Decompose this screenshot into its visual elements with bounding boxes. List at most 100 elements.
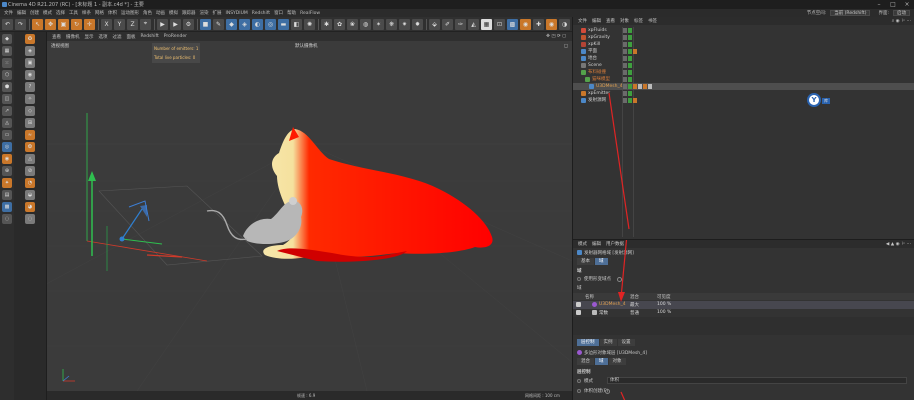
menu-item-spline[interactable]: 样条 (82, 10, 91, 16)
plugin-icon-1[interactable]: ◉ (520, 18, 531, 30)
node-space-dropdown[interactable]: 当前 (Redshift) (830, 10, 871, 16)
layer-blend[interactable]: 普通 (630, 310, 639, 316)
menu-item-tools[interactable]: 工具 (69, 10, 78, 16)
select-icon[interactable]: ↖ (32, 18, 43, 30)
tab-basic[interactable]: 基本 (577, 258, 594, 265)
menu-item-insydium[interactable]: INSYDIUM (226, 11, 248, 16)
recent-tool-icon[interactable]: ✛ (84, 18, 95, 30)
xp-render-icon[interactable]: ◕ (25, 202, 35, 212)
xp-emitter-icon[interactable]: ◈ (25, 46, 35, 56)
light-icon[interactable]: ✺ (304, 18, 315, 30)
field-layer-row[interactable]: U3DMesh_4 最大 100 % (573, 301, 914, 309)
layer-blend[interactable]: 最大 (630, 302, 639, 308)
layout-icon[interactable]: ▤ (2, 190, 12, 200)
layer-enable-checkbox[interactable] (576, 302, 581, 307)
plugin-icon-2[interactable]: ✚ (533, 18, 544, 30)
viewport-menu-cameras[interactable]: 摄像机 (66, 34, 80, 40)
redo-icon[interactable]: ↷ (15, 18, 26, 30)
lock-workplane-icon[interactable]: ⊕ (2, 166, 12, 176)
object-row[interactable]: 发射源网 (573, 97, 914, 104)
field-icon[interactable]: ◎ (265, 18, 276, 30)
layout-dropdown[interactable]: 启动 (893, 10, 910, 16)
xp-collider-icon[interactable]: ◇ (25, 106, 35, 116)
xp-icon-8[interactable]: ✸ (412, 18, 423, 30)
object-row[interactable]: xpKill (573, 41, 914, 48)
sculpt-mode-icon[interactable]: ✦ (2, 178, 12, 188)
xp-constraint-icon[interactable]: ⊘ (25, 166, 35, 176)
z-axis-lock-button[interactable]: Z (127, 18, 138, 30)
xp-trail-icon[interactable]: ◔ (25, 178, 35, 188)
tab-field[interactable]: 域 (595, 258, 608, 265)
viewport-menu-prorender[interactable]: ProRender (164, 34, 187, 39)
object-row[interactable]: 地台 (573, 55, 914, 62)
menu-item-animate[interactable]: 动画 (156, 10, 165, 16)
uv-mode-icon[interactable]: ◫ (2, 94, 12, 104)
qr-icon[interactable]: ▩ (507, 18, 518, 30)
xp-cache-icon[interactable]: ⊞ (25, 118, 35, 128)
menu-item-create[interactable]: 创建 (30, 10, 39, 16)
workplane-icon[interactable]: ▭ (2, 130, 12, 140)
plugin-icon-3[interactable]: ◉ (546, 18, 557, 30)
snap-icon[interactable]: ◬ (2, 118, 12, 128)
xp-fluid-icon[interactable]: ≈ (25, 130, 35, 140)
mode-radio[interactable] (577, 379, 581, 383)
tab-sub-field[interactable]: 域 (595, 358, 608, 365)
perspective-viewport[interactable]: 透视视图 默认摄像机 Number of emitters: 1 Total l… (47, 41, 572, 391)
menu-item-file[interactable]: 文件 (4, 10, 13, 16)
menu-item-character[interactable]: 角色 (143, 10, 152, 16)
deformer-icon[interactable]: ◐ (252, 18, 263, 30)
mode-dropdown[interactable]: 体积 (607, 377, 907, 384)
object-row[interactable]: 猫咪模型 (573, 76, 914, 83)
menu-item-tracker[interactable]: 跟踪器 (182, 10, 196, 16)
om-menu-view[interactable]: 查看 (606, 18, 615, 24)
texture-mode-icon[interactable]: ▦ (2, 46, 12, 56)
menu-item-window[interactable]: 窗口 (274, 10, 283, 16)
lock-icon[interactable]: ⊡ (494, 18, 505, 30)
xp-icon-3[interactable]: ❀ (347, 18, 358, 30)
brush-icon[interactable]: ✐ (442, 18, 453, 30)
close-button[interactable]: × (900, 0, 914, 9)
object-row[interactable]: xpFluids (573, 27, 914, 34)
volume-create-radio[interactable] (577, 389, 581, 393)
viewport-menu-display[interactable]: 显示 (85, 34, 94, 40)
viewport-nav-controls[interactable]: ◻ (564, 43, 568, 49)
array-icon[interactable]: ◈ (239, 18, 250, 30)
minimize-button[interactable]: – (872, 0, 886, 9)
viewport-menu-panel[interactable]: 面板 (127, 34, 136, 40)
xp-modifier-icon[interactable]: ◉ (25, 70, 35, 80)
om-menu-edit[interactable]: 编辑 (592, 18, 601, 24)
sculpt-icon[interactable]: ◭ (468, 18, 479, 30)
menu-item-extensions[interactable]: 扩展 (213, 10, 222, 16)
object-row[interactable]: 布料碰撞 (573, 69, 914, 76)
field-layer-row[interactable]: 常数 普通 100 % (573, 309, 914, 317)
menu-item-select[interactable]: 选择 (56, 10, 65, 16)
paint-icon[interactable]: ✑ (455, 18, 466, 30)
xp-icon-5[interactable]: ✶ (373, 18, 384, 30)
om-menu-objects[interactable]: 对象 (620, 18, 629, 24)
object-row[interactable]: 平面 (573, 48, 914, 55)
viewport-menu-view[interactable]: 查看 (52, 34, 61, 40)
grid-icon[interactable]: ▦ (481, 18, 492, 30)
polygons-mode-icon[interactable]: ⬢ (2, 82, 12, 92)
camera-icon[interactable]: ◧ (291, 18, 302, 30)
render-settings-icon[interactable]: ⚙ (183, 18, 194, 30)
menu-item-edit[interactable]: 编辑 (17, 10, 26, 16)
viewport-menu-filter[interactable]: 过滤 (113, 34, 122, 40)
menu-item-help[interactable]: 帮助 (287, 10, 296, 16)
plugin-icon-4[interactable]: ◑ (559, 18, 570, 30)
viewport-menu-redshift[interactable]: Redshift (141, 34, 159, 39)
tab-layer-control[interactable]: 层控制 (577, 339, 599, 346)
om-menu-tags[interactable]: 标签 (634, 18, 643, 24)
xp-skin-icon[interactable]: ◒ (25, 190, 35, 200)
tab-instance[interactable]: 实例 (599, 339, 617, 346)
menu-item-mograph[interactable]: 运动图形 (121, 10, 139, 16)
xp-misc-icon[interactable]: ◌ (25, 214, 35, 224)
render-picture-viewer-icon[interactable]: ▶ (170, 18, 181, 30)
xp-icon-2[interactable]: ✿ (334, 18, 345, 30)
menu-item-realflow[interactable]: RealFlow (300, 11, 320, 16)
xp-icon-6[interactable]: ❋ (386, 18, 397, 30)
coordinate-system-icon[interactable]: ⌖ (140, 18, 151, 30)
object-row-selected[interactable]: U3DMesh_4 (573, 83, 914, 90)
camera-label[interactable]: 默认摄像机 (295, 43, 318, 49)
move-icon[interactable]: ✥ (45, 18, 56, 30)
